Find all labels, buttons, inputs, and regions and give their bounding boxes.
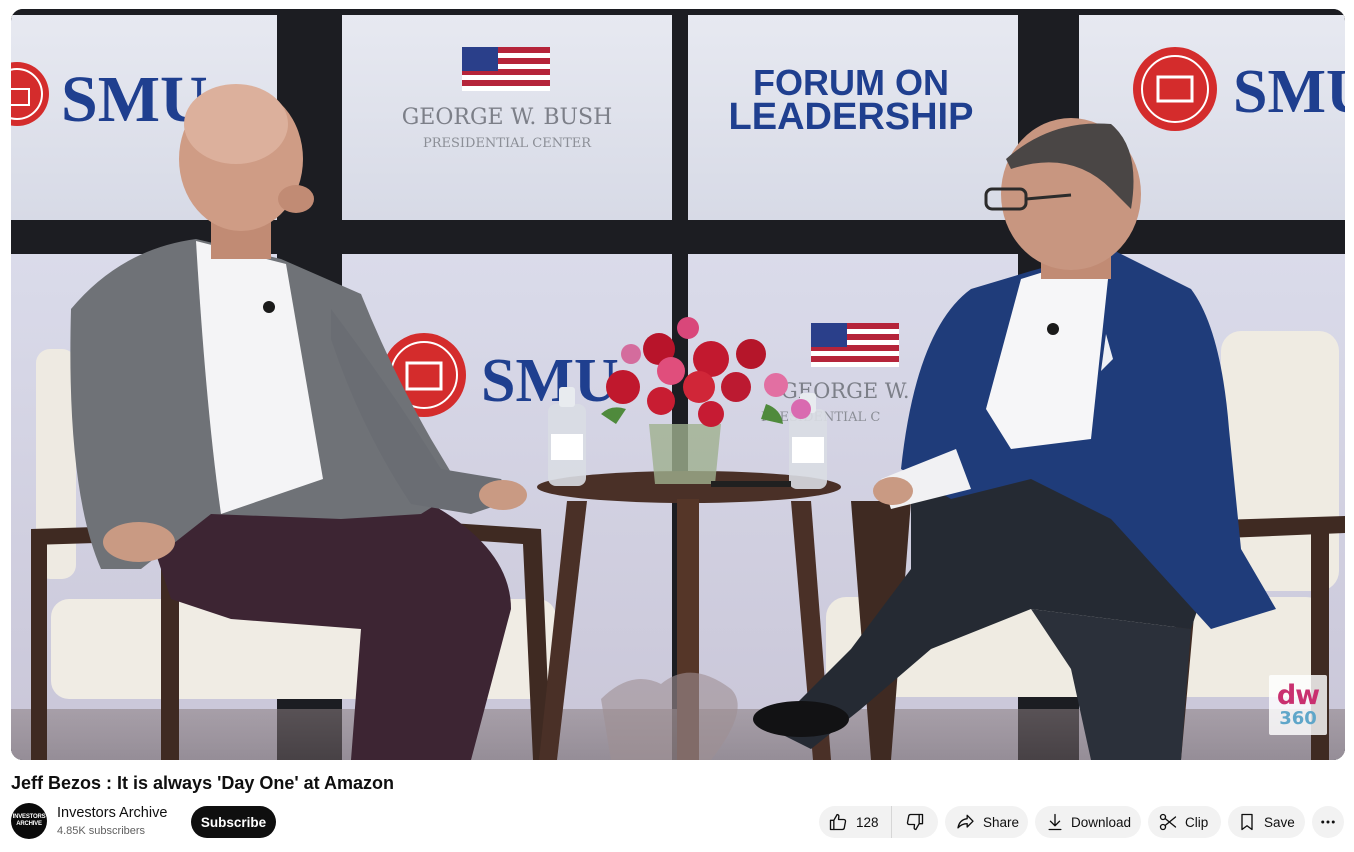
dw360-watermark: dw 360 bbox=[1269, 675, 1327, 735]
channel-avatar[interactable]: INVESTORS ARCHIVE bbox=[11, 803, 47, 839]
save-button[interactable]: Save bbox=[1228, 806, 1305, 838]
forum-line2: LEADERSHIP bbox=[729, 96, 974, 138]
share-label: Share bbox=[983, 814, 1020, 830]
video-player[interactable]: SMU GEORGE W. BUSH PRESIDENTIAL CENTER F… bbox=[11, 9, 1345, 760]
video-frame[interactable]: SMU GEORGE W. BUSH PRESIDENTIAL CENTER F… bbox=[11, 9, 1345, 760]
download-label: Download bbox=[1071, 814, 1132, 830]
subscriber-count: 4.85K subscribers bbox=[57, 825, 146, 837]
scissors-icon bbox=[1158, 812, 1178, 832]
video-title: Jeff Bezos : It is always 'Day One' at A… bbox=[11, 773, 395, 793]
video-owner: INVESTORS ARCHIVE Investors Archive 4.85… bbox=[11, 803, 182, 839]
download-button[interactable]: Download bbox=[1035, 806, 1141, 838]
bookmark-icon bbox=[1239, 812, 1255, 832]
more-icon bbox=[1319, 813, 1337, 831]
gwb-logo-line2: PRESIDENTIAL CENTER bbox=[423, 136, 592, 151]
watermark-line2: 360 bbox=[1279, 708, 1317, 729]
save-label: Save bbox=[1264, 814, 1295, 830]
subscribe-button[interactable]: Subscribe bbox=[191, 806, 276, 838]
gwb-logo-line1: GEORGE W. BUSH bbox=[402, 105, 613, 130]
watermark-line1: dw bbox=[1276, 680, 1320, 711]
smu-logo-text-right: SMU bbox=[1233, 58, 1345, 126]
channel-name[interactable]: Investors Archive bbox=[57, 803, 182, 823]
clip-label: Clip bbox=[1185, 814, 1209, 830]
like-dislike-group: 128 bbox=[819, 806, 938, 838]
avatar-line1: INVESTORS bbox=[12, 814, 46, 820]
download-icon bbox=[1047, 812, 1063, 832]
smu-logo-text-lower: SMU bbox=[481, 347, 619, 415]
like-button[interactable]: 128 bbox=[819, 806, 892, 838]
thumbs-down-icon bbox=[905, 812, 925, 832]
channel-info: Investors Archive 4.85K subscribers bbox=[57, 803, 182, 839]
thumbs-up-icon bbox=[828, 812, 848, 832]
more-actions-button[interactable] bbox=[1312, 806, 1344, 838]
share-button[interactable]: Share bbox=[945, 806, 1028, 838]
clip-button[interactable]: Clip bbox=[1148, 806, 1221, 838]
avatar-line2: ARCHIVE bbox=[16, 821, 42, 827]
share-icon bbox=[955, 812, 976, 832]
dislike-button[interactable] bbox=[892, 806, 938, 838]
like-count: 128 bbox=[856, 814, 879, 830]
